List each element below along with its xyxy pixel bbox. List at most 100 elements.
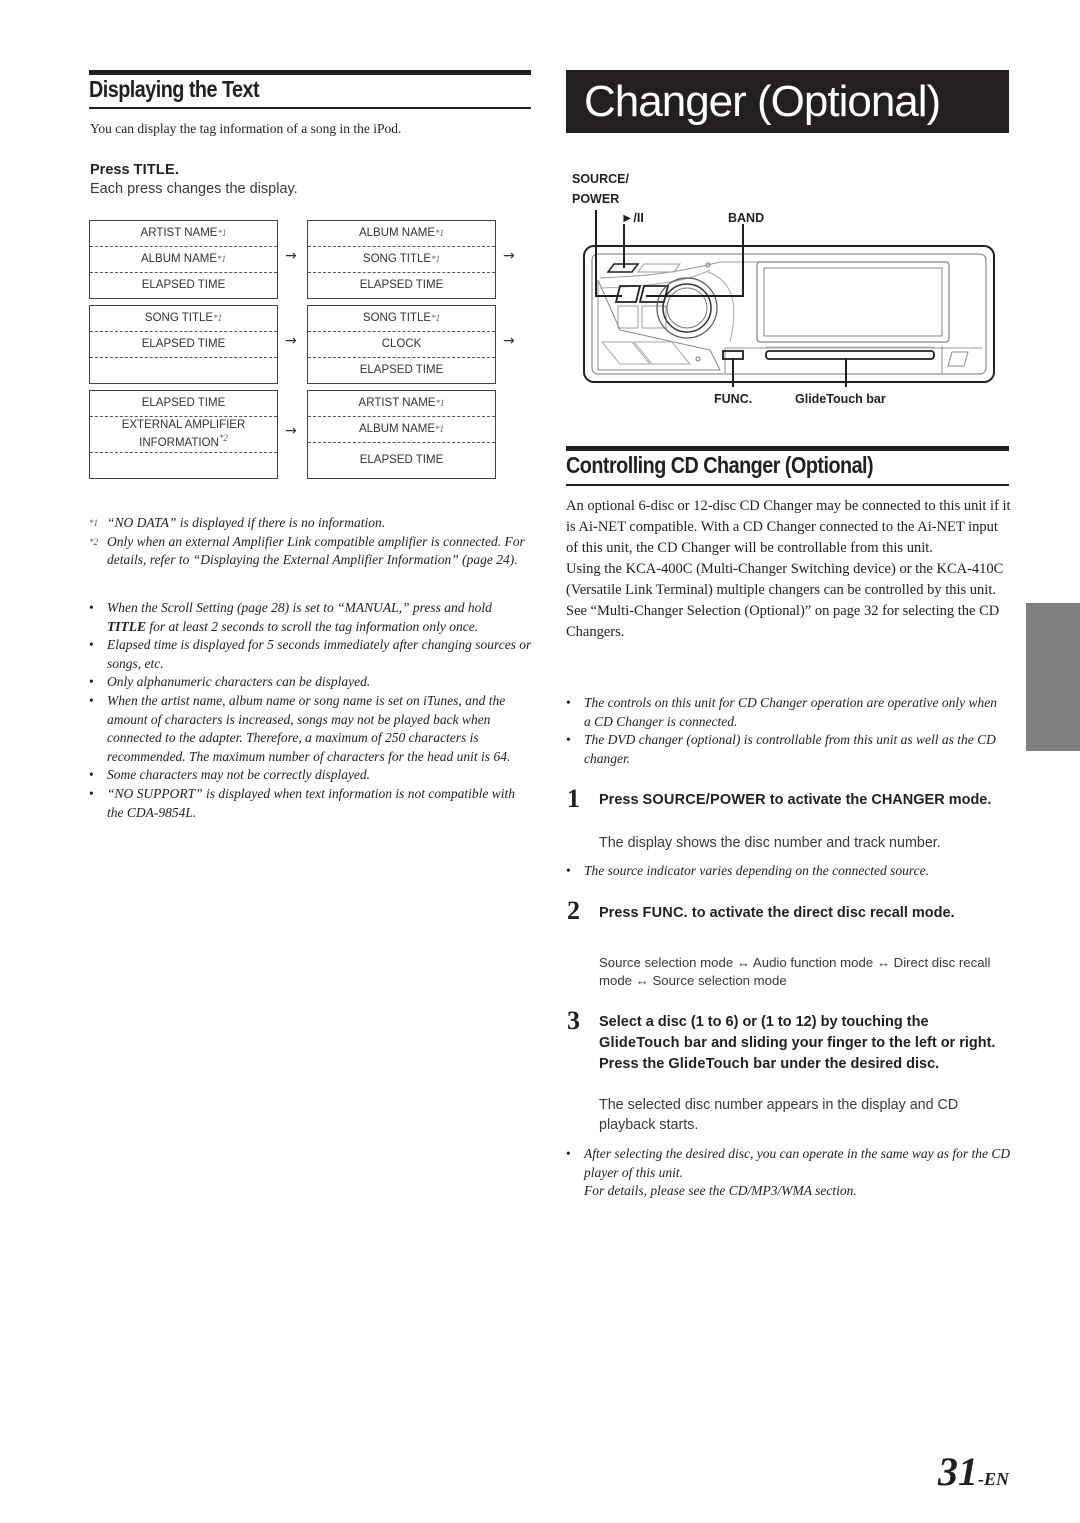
bullet-item: • The source indicator varies depending o… (566, 862, 1006, 881)
step-description: The display shows the disc number and tr… (599, 835, 941, 851)
section-rule-bottom (566, 484, 1009, 486)
bullet-icon: • (89, 767, 94, 783)
row-text: ELAPSED TIME (359, 454, 444, 466)
label-glidetouch: GlideTouch bar (795, 392, 886, 406)
display-row: ARTIST NAME *1 (90, 221, 277, 246)
chapter-title-bar: Changer (Optional) (566, 70, 1009, 133)
step-title: Press FUNC. to activate the direct disc … (599, 903, 979, 924)
paragraph: Using the KCA-400C (Multi-Changer Switch… (566, 561, 1004, 598)
title-key: TITLE (133, 162, 175, 178)
release-button (947, 351, 969, 367)
extra-note: For details, please see the CD/MP3/WMA s… (566, 1182, 1011, 1201)
display-row (90, 452, 277, 478)
row-text: ALBUM NAME (358, 423, 436, 435)
row-text: ELAPSED TIME (141, 338, 226, 350)
left-bullet-list: • When the Scroll Setting (page 28) is se… (89, 599, 534, 822)
footnote-mark: *1 (217, 254, 227, 264)
footnotes: *1 “NO DATA” is displayed if there is no … (89, 514, 531, 570)
bullet-item: • When the artist name, album name or son… (89, 692, 534, 766)
section-rule-bottom (89, 107, 531, 109)
bullet-icon: • (89, 692, 94, 708)
step-note: • After selecting the desired disc, you c… (566, 1145, 1011, 1201)
footnote-mark: *1 (431, 254, 441, 264)
row-text: ELAPSED TIME (141, 279, 226, 291)
page-number: 31-EN (938, 1448, 1009, 1495)
bullet-item: • After selecting the desired disc, you c… (566, 1145, 1011, 1182)
display-row: EXTERNAL AMPLIFIER INFORMATION*2 (90, 416, 277, 452)
bullet-item: • The DVD changer (optional) is controlla… (566, 731, 1006, 768)
row-text: ALBUM NAME (358, 227, 436, 239)
footnote-text: Only when an external Amplifier Link com… (107, 533, 525, 568)
label-source: SOURCE/ (572, 172, 629, 186)
row-text: ELAPSED TIME (141, 397, 226, 409)
volume-knob-inner (662, 283, 712, 333)
title-key: FUNC. (642, 905, 688, 921)
section-heading-controlling-cd-changer: Controlling CD Changer (Optional) (566, 452, 874, 478)
display-row: ELAPSED TIME (90, 391, 277, 416)
row-text: ALBUM NAME (140, 253, 218, 265)
display-box-2: ALBUM NAME *1 SONG TITLE *1 ELAPSED TIME (307, 220, 496, 299)
arrow-icon: → (503, 248, 515, 264)
display-row: ELAPSED TIME (308, 442, 495, 478)
label-func: FUNC. (714, 392, 753, 406)
func-button (722, 350, 744, 360)
display-row: ELAPSED TIME (90, 272, 277, 298)
bullet-text: Only alphanumeric characters can be disp… (107, 674, 371, 690)
label-power: POWER (572, 192, 620, 206)
step-title: Select a disc (1 to 6) or (1 to 12) by t… (599, 1012, 1011, 1075)
title-text: Press (599, 792, 643, 808)
step-description: The selected disc number appears in the … (599, 1097, 959, 1133)
bullet-text: The source indicator varies depending on… (584, 863, 930, 878)
arrow-icon: → (285, 423, 297, 439)
bullet-icon: • (566, 695, 571, 710)
footnote-mark: *1 (217, 228, 227, 238)
bullet-icon: • (89, 785, 94, 801)
display-row: ELAPSED TIME (308, 272, 495, 298)
bullet-item: • Some characters may not be correctly di… (89, 766, 534, 785)
footnote-mark: *1 (435, 228, 445, 238)
chassis-outline (583, 245, 995, 383)
display-row: ELAPSED TIME (308, 357, 495, 383)
bullet-text: The controls on this unit for CD Changer… (584, 695, 997, 729)
row-text: CLOCK (381, 338, 422, 350)
footnote-mark: *1 (213, 313, 223, 323)
head-unit-illustration (583, 210, 995, 387)
step-number: 3 (567, 1006, 580, 1035)
bullet-icon: • (566, 732, 571, 748)
display-row (90, 357, 277, 383)
bullet-text: The DVD changer (optional) is controllab… (584, 732, 996, 766)
footnote-text: “NO DATA” is displayed if there is no in… (107, 515, 386, 530)
title-key: GlideTouch bar (668, 1056, 777, 1072)
title-key: GlideTouch bar (599, 1035, 708, 1051)
paragraph: See “Multi-Changer Selection (Optional)”… (566, 603, 1000, 640)
title-text: to activate the CHANGER mode. (765, 792, 992, 808)
footnote-mark: *1 (435, 424, 445, 434)
bullet-text: After selecting the desired disc, you ca… (584, 1146, 1011, 1180)
bullet-icon: • (89, 637, 94, 653)
row-text: SONG TITLE (362, 312, 432, 324)
step-number: 2 (567, 896, 580, 925)
row-text: ELAPSED TIME (359, 364, 444, 376)
lower-button-1 (617, 305, 639, 329)
bullet-text: When the Scroll Setting (page 28) is set… (107, 600, 492, 634)
title-key: SOURCE/POWER (642, 792, 766, 808)
row-text: SONG TITLE (362, 253, 432, 265)
display-box-5: ELAPSED TIME EXTERNAL AMPLIFIER INFORMAT… (89, 390, 278, 479)
source-power-button (614, 285, 642, 303)
intro-paragraphs: An optional 6-disc or 12-disc CD Changer… (566, 496, 1011, 643)
display-box-3: SONG TITLE *1 ELAPSED TIME (89, 305, 278, 384)
step-note: • The source indicator varies depending o… (566, 862, 1006, 881)
bullet-item: • “NO SUPPORT” is displayed when text inf… (89, 785, 534, 822)
top-button-2 (637, 263, 681, 273)
arrow-icon: → (285, 248, 297, 264)
section-heading-displaying-text: Displaying the Text (89, 76, 260, 102)
bullet-icon: • (566, 863, 571, 878)
intro-text: You can display the tag information of a… (90, 121, 402, 136)
bullet-text: Some characters may not be correctly dis… (107, 767, 371, 783)
display-row: ALBUM NAME *1 (308, 221, 495, 246)
bullet-item: • Only alphanumeric characters can be dis… (89, 673, 534, 692)
display-row: SONG TITLE *1 (308, 246, 495, 272)
chapter-title: Changer (Optional) (584, 76, 941, 126)
display-box-1: ARTIST NAME *1 ALBUM NAME *1 ELAPSED TIME (89, 220, 278, 299)
